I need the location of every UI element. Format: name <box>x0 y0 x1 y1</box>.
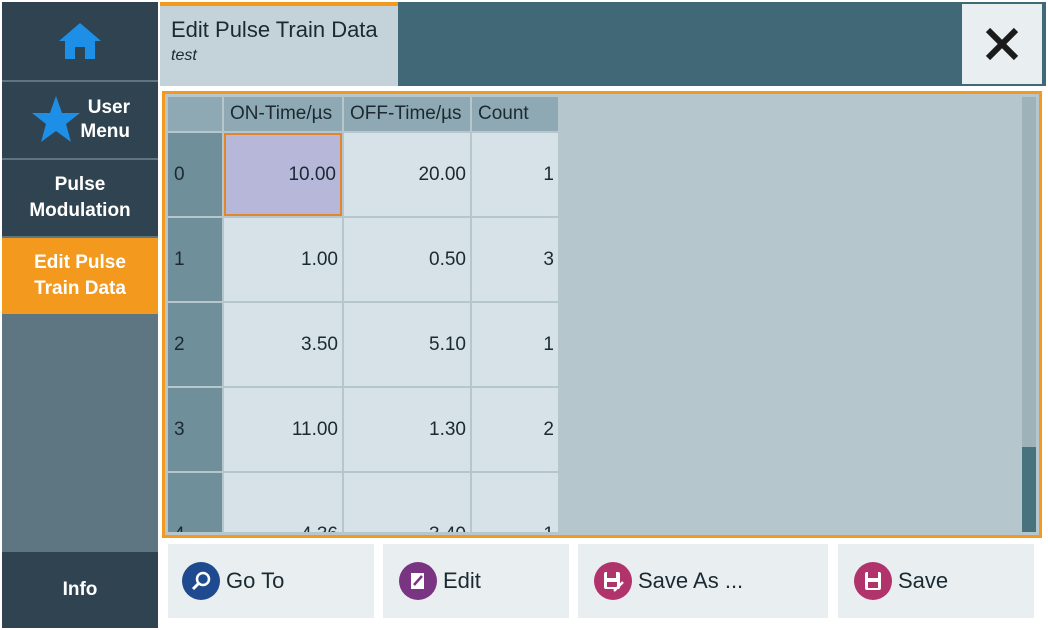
off-time-cell[interactable]: 5.10 <box>344 303 470 386</box>
count-cell[interactable]: 1 <box>472 303 558 386</box>
on-time-cell[interactable]: 11.00 <box>224 388 342 471</box>
save-as-label: Save As ... <box>638 568 744 593</box>
edit-icon <box>399 562 437 600</box>
info-button[interactable]: Info <box>2 552 158 628</box>
count-cell[interactable]: 2 <box>472 388 558 471</box>
row-index[interactable]: 3 <box>168 388 222 471</box>
count-cell[interactable]: 1 <box>472 473 558 532</box>
page-title: Edit Pulse Train Data <box>171 17 378 42</box>
pulse-modulation-button[interactable]: Pulse Modulation <box>2 160 158 236</box>
home-icon <box>59 23 101 59</box>
column-header-on-time[interactable]: ON-Time/µs <box>224 97 342 131</box>
save-label: Save <box>898 568 949 593</box>
on-time-cell[interactable]: 10.00 <box>224 133 342 216</box>
save-as-button[interactable]: Save As ... <box>578 544 828 618</box>
count-cell[interactable]: 1 <box>472 133 558 216</box>
table-corner <box>168 97 222 131</box>
save-as-icon <box>594 562 632 600</box>
dialog-header: Edit Pulse Train Data test <box>160 2 1046 86</box>
close-button[interactable] <box>962 4 1042 84</box>
save-icon <box>854 562 892 600</box>
off-time-cell[interactable]: 20.00 <box>344 133 470 216</box>
off-time-value: 3.40 <box>429 524 466 533</box>
save-button[interactable]: Save <box>838 544 1034 618</box>
off-time-cell[interactable]: 0.50 <box>344 218 470 301</box>
pulse-modulation-line2: Modulation <box>29 200 131 221</box>
home-button[interactable] <box>2 2 158 80</box>
off-time-cell[interactable]: 1.30 <box>344 388 470 471</box>
goto-button[interactable]: Go To <box>168 544 374 618</box>
close-icon <box>985 27 1019 61</box>
star-icon <box>32 96 80 142</box>
edit-button[interactable]: Edit <box>383 544 569 618</box>
user-menu-label: User Menu <box>80 96 130 144</box>
edit-pulse-train-line1: Edit Pulse <box>34 252 126 273</box>
edit-pulse-train-line2: Train Data <box>34 278 126 299</box>
search-icon <box>182 562 220 600</box>
column-header-count[interactable]: Count <box>472 97 558 131</box>
count-value: 1 <box>543 524 554 533</box>
user-menu-line2: Menu <box>80 121 130 142</box>
title-tab: Edit Pulse Train Data test <box>160 2 398 86</box>
table-body: ON-Time/µs OFF-Time/µs Count 0 10.00 20.… <box>168 97 1036 532</box>
row-index[interactable]: 4 <box>168 473 222 532</box>
sidebar: User Menu Pulse Modulation Edit Pulse Tr… <box>2 2 158 628</box>
goto-label: Go To <box>226 568 285 593</box>
table-scrollbar[interactable] <box>1022 97 1036 532</box>
off-time-cell[interactable]: 3.40 <box>344 473 470 532</box>
on-time-cell[interactable]: 1.00 <box>224 218 342 301</box>
pulse-train-table: ON-Time/µs OFF-Time/µs Count 0 10.00 20.… <box>162 91 1042 538</box>
row-index[interactable]: 0 <box>168 133 222 216</box>
on-time-cell[interactable]: 4.36 <box>224 473 342 532</box>
on-time-cell[interactable]: 3.50 <box>224 303 342 386</box>
info-label: Info <box>62 579 98 600</box>
pulse-modulation-line1: Pulse <box>54 174 106 195</box>
user-menu-button[interactable]: User Menu <box>2 82 158 158</box>
row-index-label: 4 <box>174 524 185 533</box>
edit-label: Edit <box>443 568 481 593</box>
row-index[interactable]: 2 <box>168 303 222 386</box>
row-index[interactable]: 1 <box>168 218 222 301</box>
scrollbar-thumb[interactable] <box>1022 447 1036 532</box>
column-header-off-time[interactable]: OFF-Time/µs <box>344 97 470 131</box>
edit-pulse-train-button[interactable]: Edit Pulse Train Data <box>2 238 158 314</box>
count-cell[interactable]: 3 <box>472 218 558 301</box>
user-menu-line1: User <box>87 97 130 118</box>
on-time-value: 4.36 <box>301 524 338 533</box>
page-subtitle: test <box>171 47 197 64</box>
